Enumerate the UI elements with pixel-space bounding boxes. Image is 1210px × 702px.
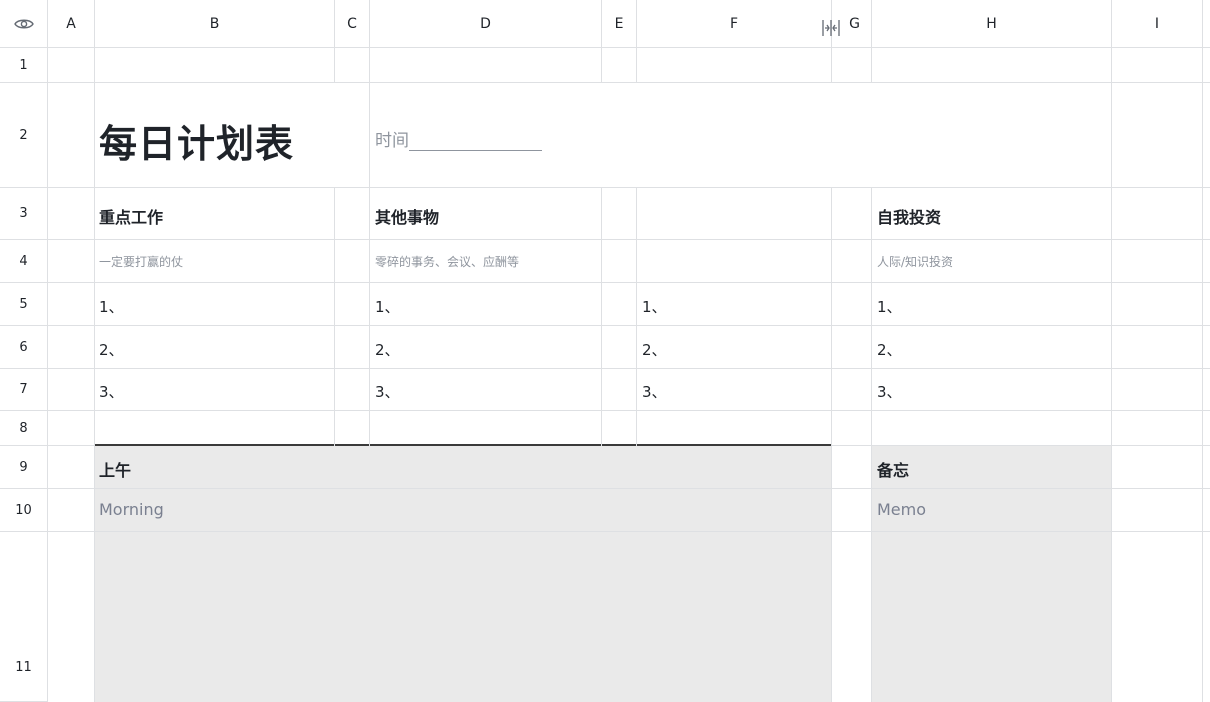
- column-header-i[interactable]: I: [1112, 0, 1203, 48]
- grid-v-e-row1: [636, 48, 637, 83]
- column-header-e[interactable]: E: [602, 0, 637, 48]
- section-heading-other[interactable]: 其他事物: [375, 204, 439, 228]
- grid-h-row10: [48, 531, 1210, 532]
- grid-v-h: [1111, 48, 1112, 702]
- grid-v-b-rows3-8: [334, 188, 335, 446]
- row-header-7[interactable]: 7: [0, 369, 48, 411]
- grid-h-row6: [48, 368, 1210, 369]
- grid-h-row1: [48, 82, 1210, 83]
- section-hint-other[interactable]: 零碎的事务、会议、应酬等: [375, 253, 519, 270]
- grid-v-f-row1: [831, 48, 832, 83]
- grid-v-c: [369, 48, 370, 446]
- row-header-10[interactable]: 10: [0, 489, 48, 532]
- key-work-item-2[interactable]: 2、: [99, 339, 124, 360]
- eye-icon[interactable]: [13, 17, 34, 31]
- grid-v-d-rows3-8: [601, 188, 602, 446]
- morning-top-border: [95, 444, 831, 446]
- memo-heading[interactable]: 备忘: [877, 457, 909, 481]
- f-item-3[interactable]: 3、: [642, 381, 667, 402]
- key-work-item-1[interactable]: 1、: [99, 296, 124, 317]
- morning-heading[interactable]: 上午: [99, 457, 131, 481]
- column-header-c[interactable]: C: [335, 0, 370, 48]
- row-header-8[interactable]: 8: [0, 411, 48, 446]
- row-header-11[interactable]: 11: [0, 532, 48, 702]
- self-invest-item-2[interactable]: 2、: [877, 339, 902, 360]
- grid-v-d-row1: [601, 48, 602, 83]
- grid-v-e-rows3-8: [636, 188, 637, 446]
- morning-subtitle[interactable]: Morning: [99, 500, 164, 519]
- memo-block[interactable]: [872, 446, 1112, 702]
- grid-v-f-rows3-11: [831, 188, 832, 702]
- grid-h-row4: [48, 282, 1210, 283]
- f-item-1[interactable]: 1、: [642, 296, 667, 317]
- row-header-5[interactable]: 5: [0, 283, 48, 326]
- memo-subtitle[interactable]: Memo: [877, 500, 926, 519]
- section-heading-key-work[interactable]: 重点工作: [99, 204, 163, 228]
- row-header-1[interactable]: 1: [0, 48, 48, 83]
- column-header-a[interactable]: A: [48, 0, 95, 48]
- grid-h-row7: [48, 410, 1210, 411]
- column-header-d[interactable]: D: [370, 0, 602, 48]
- column-header-f[interactable]: F: [637, 0, 832, 48]
- self-invest-item-1[interactable]: 1、: [877, 296, 902, 317]
- grid-h-row9: [48, 488, 1210, 489]
- other-item-2[interactable]: 2、: [375, 339, 400, 360]
- section-heading-self-invest[interactable]: 自我投资: [877, 204, 941, 228]
- row-header-11-label: 11: [15, 660, 32, 675]
- grid-v-g: [871, 48, 872, 83]
- time-field[interactable]: 时间: [375, 126, 542, 151]
- self-invest-item-3[interactable]: 3、: [877, 381, 902, 402]
- column-header-b[interactable]: B: [95, 0, 335, 48]
- column-header-g-label: G: [849, 15, 860, 32]
- key-work-item-3[interactable]: 3、: [99, 381, 124, 402]
- row-header-2[interactable]: 2: [0, 83, 48, 188]
- column-collapse-icon[interactable]: [819, 17, 843, 39]
- grid-v-a: [94, 48, 95, 702]
- column-header-h[interactable]: H: [872, 0, 1112, 48]
- grid-v-b-row1: [334, 48, 335, 83]
- time-underline: [409, 132, 542, 151]
- column-header-extra: [1203, 0, 1210, 48]
- morning-block[interactable]: [95, 446, 832, 702]
- corner-cell[interactable]: [0, 0, 48, 48]
- other-item-1[interactable]: 1、: [375, 296, 400, 317]
- grid-v-g-rows3-11: [871, 188, 872, 702]
- row-header-3[interactable]: 3: [0, 188, 48, 240]
- row-header-4[interactable]: 4: [0, 240, 48, 283]
- grid-h-row5: [48, 325, 1210, 326]
- row-header-6[interactable]: 6: [0, 326, 48, 369]
- row-header-9[interactable]: 9: [0, 446, 48, 489]
- page-title[interactable]: 每日计划表: [99, 113, 294, 168]
- f-item-2[interactable]: 2、: [642, 339, 667, 360]
- grid-h-row3: [48, 239, 1210, 240]
- other-item-3[interactable]: 3、: [375, 381, 400, 402]
- grid-v-i: [1202, 48, 1203, 702]
- section-hint-self-invest[interactable]: 人际/知识投资: [877, 253, 953, 270]
- grid-h-row2: [48, 187, 1210, 188]
- time-label: 时间: [375, 131, 409, 151]
- section-hint-key-work[interactable]: 一定要打赢的仗: [99, 253, 183, 270]
